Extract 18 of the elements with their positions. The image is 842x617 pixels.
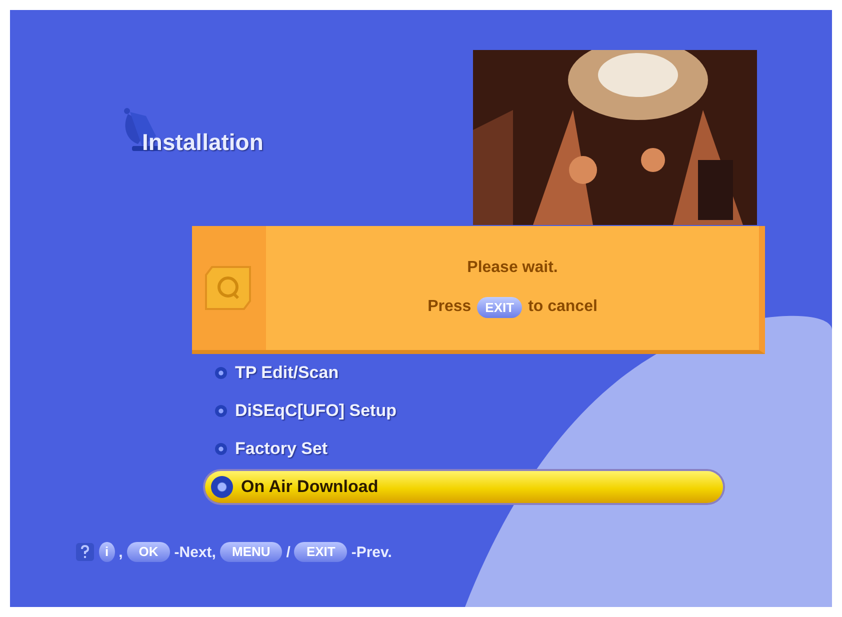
dialog-message: Please wait. (467, 258, 558, 276)
menu-item[interactable]: On Air Download (205, 471, 723, 503)
help-text: -Prev. (351, 544, 392, 560)
menu-item[interactable]: DiSEqC[UFO] Setup (205, 395, 723, 427)
bullet-icon (215, 405, 227, 417)
bullet-icon (215, 443, 227, 455)
bullet-icon (211, 476, 233, 498)
dialog-hint: to cancel (528, 298, 598, 316)
dialog-hint: Press (428, 298, 472, 316)
help-text: / (286, 544, 290, 560)
menu-item[interactable]: TP Edit/Scan (205, 357, 723, 389)
menu-item[interactable]: Factory Set (205, 433, 723, 465)
help-icon (75, 542, 95, 562)
bullet-icon (215, 367, 227, 379)
help-text: , (118, 544, 123, 560)
screen-title: Installation (142, 129, 264, 156)
help-text: -Next, (174, 544, 216, 560)
search-icon (204, 265, 254, 311)
